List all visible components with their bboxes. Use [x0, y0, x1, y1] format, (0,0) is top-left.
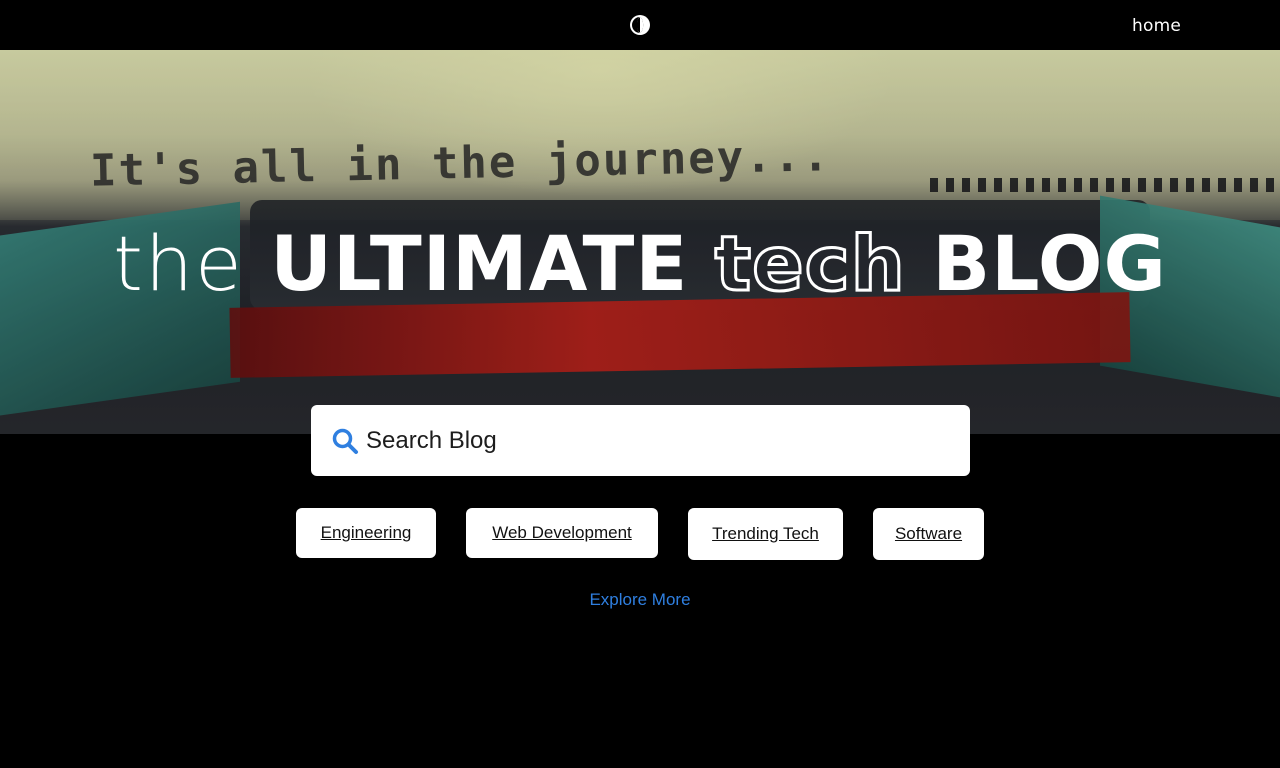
hero-headline: the ULTIMATE tech BLOG: [0, 222, 1280, 305]
headline-ultimate: ULTIMATE: [270, 219, 689, 308]
explore-more-link[interactable]: Explore More: [589, 590, 690, 609]
search-input[interactable]: [366, 405, 956, 476]
nav-home-link[interactable]: home: [1132, 16, 1181, 36]
headline-blog: BLOG: [932, 219, 1167, 308]
top-nav-bar: home: [0, 0, 1280, 50]
half-circle-icon[interactable]: [629, 14, 651, 36]
category-engineering[interactable]: Engineering: [296, 508, 436, 558]
headline-tech: tech: [713, 219, 906, 308]
category-trending-tech[interactable]: Trending Tech: [688, 508, 843, 560]
search-icon: [332, 428, 358, 454]
category-web-development[interactable]: Web Development: [466, 508, 658, 558]
headline-the: the: [113, 219, 244, 308]
category-software[interactable]: Software: [873, 508, 984, 560]
explore-more-container: Explore More: [0, 590, 1280, 610]
search-box[interactable]: [311, 405, 970, 476]
